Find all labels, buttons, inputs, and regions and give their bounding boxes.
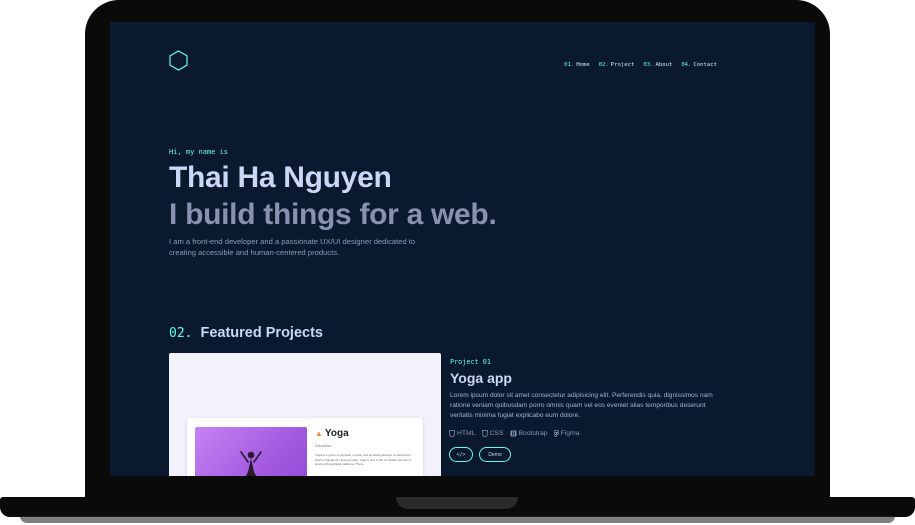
html-icon: [449, 430, 455, 437]
nav-number: 03.: [643, 62, 654, 68]
top-nav: 01. Home 02. Project 03. About 04. Contact: [564, 62, 717, 68]
tech-label: HTML: [457, 430, 476, 437]
project-title: Yoga app: [450, 370, 512, 386]
bootstrap-icon: B: [510, 430, 516, 437]
svg-text:B: B: [511, 431, 515, 437]
nav-item-project[interactable]: 02. Project: [599, 62, 635, 68]
nav-number: 02.: [598, 62, 609, 68]
nav-label: Project: [610, 62, 635, 68]
hero-greeting: Hi, my name is: [169, 148, 229, 156]
nav-label: About: [655, 62, 673, 68]
hero-tagline: I build things for a web.: [169, 198, 497, 231]
hero-name: Thai Ha Nguyen: [169, 161, 392, 194]
project-preview-card[interactable]: ▲ Yoga Discipline Yoga is a group of phys…: [169, 353, 441, 476]
tech-figma: Figma: [553, 430, 580, 437]
yoga-title-text: Yoga: [324, 428, 349, 439]
yoga-preview: ▲ Yoga Discipline Yoga is a group of phys…: [187, 418, 423, 476]
section-number: 02.: [169, 326, 193, 341]
tech-bootstrap: B Bootstrap: [510, 430, 548, 437]
css-icon: [481, 430, 488, 437]
tech-css: CSS: [481, 430, 504, 437]
figma-icon: [553, 430, 559, 437]
section-title: Featured Projects: [200, 325, 323, 341]
nav-item-home[interactable]: 01. Home: [564, 62, 590, 68]
yoga-preview-title: ▲ Yoga: [315, 428, 349, 439]
project-label: Project 01: [450, 358, 491, 366]
hero-intro: I am a front-end developer and a passion…: [169, 237, 416, 257]
nav-item-contact[interactable]: 04. Contact: [681, 62, 717, 68]
laptop-notch: [396, 497, 518, 509]
lotus-icon: ▲: [315, 429, 323, 438]
tech-html: HTML: [449, 430, 476, 437]
nav-item-about[interactable]: 03. About: [643, 62, 672, 68]
nav-number: 04.: [681, 62, 692, 68]
hexagon-logo-icon[interactable]: [169, 50, 188, 76]
tech-label: CSS: [489, 430, 504, 437]
yoga-image: [195, 427, 307, 476]
nav-label: Contact: [693, 62, 717, 68]
project-actions: </> Demo: [449, 447, 511, 462]
code-button[interactable]: </>: [449, 447, 473, 462]
tech-label: Figma: [560, 430, 580, 437]
laptop-screen: 01. Home 02. Project 03. About 04. Contact H…: [110, 22, 815, 476]
demo-button[interactable]: Demo: [479, 447, 511, 462]
yoga-preview-subtitle: Discipline: [315, 444, 332, 448]
laptop-shadow: [20, 516, 895, 523]
section-heading: 02. Featured Projects: [169, 325, 323, 341]
yoga-preview-text: Yoga is a group of physical, mental, and…: [315, 453, 412, 467]
project-description: Lorem ipsum dolor sit amet consectetur a…: [450, 392, 713, 419]
tech-stack: HTML CSS B Bootstrap Figma: [449, 430, 579, 437]
tech-label: Bootstrap: [518, 430, 548, 437]
nav-number: 01.: [564, 62, 575, 68]
nav-label: Home: [576, 62, 590, 68]
